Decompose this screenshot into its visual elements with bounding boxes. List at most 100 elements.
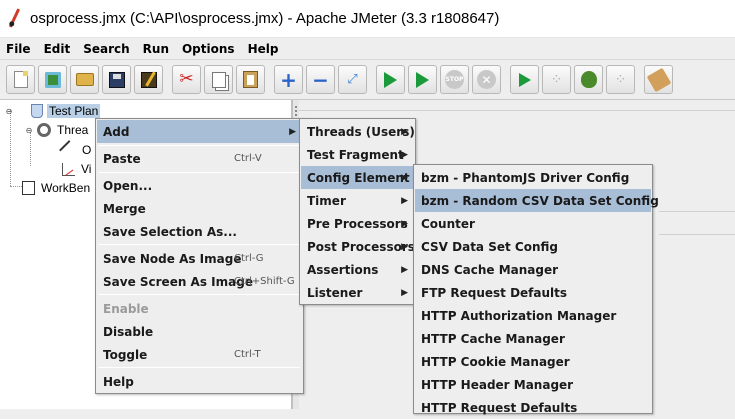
jmeter-feather-icon xyxy=(0,0,30,38)
stop-button[interactable]: STOP xyxy=(440,65,469,94)
remote-shutdown-button[interactable]: ⁘ xyxy=(606,65,635,94)
test-plan-icon xyxy=(31,104,43,118)
config-item-http-cookie-manager[interactable]: HTTP Cookie Manager xyxy=(415,350,651,373)
config-item-ftp-request-defaults[interactable]: FTP Request Defaults xyxy=(415,281,651,304)
save-as-button[interactable] xyxy=(134,65,163,94)
menu-item-merge[interactable]: Merge xyxy=(97,197,302,220)
submenu-item-assertions[interactable]: Assertions ▶ xyxy=(301,258,414,281)
remote-start-button[interactable] xyxy=(510,65,539,94)
collapse-button[interactable]: − xyxy=(306,65,335,94)
menu-run[interactable]: Run xyxy=(137,42,176,56)
copy-icon xyxy=(211,71,226,88)
remote-shutdown-icon: ⁘ xyxy=(614,71,627,88)
context-menu: Add ▶ Paste Ctrl-V Open... Merge Save Se… xyxy=(95,118,304,394)
copy-button[interactable] xyxy=(204,65,233,94)
menu-help[interactable]: Help xyxy=(242,42,286,56)
submenu-arrow-icon: ▶ xyxy=(401,241,408,252)
menu-item-disable[interactable]: Disable xyxy=(97,320,302,343)
remote-start-icon xyxy=(518,72,531,87)
tree-node-label: Threa xyxy=(57,123,89,137)
config-item-http-cache-manager[interactable]: HTTP Cache Manager xyxy=(415,327,651,350)
menu-item-paste[interactable]: Paste Ctrl-V xyxy=(97,147,302,170)
submenu-item-listener[interactable]: Listener ▶ xyxy=(301,281,414,304)
shutdown-icon: ✕ xyxy=(477,70,496,89)
submenu-arrow-icon: ▶ xyxy=(401,126,408,137)
tree-node-test-plan[interactable]: ⊖ Test Plan xyxy=(4,102,101,120)
start-button[interactable] xyxy=(376,65,405,94)
cut-button[interactable]: ✂ xyxy=(172,65,201,94)
clear-icon xyxy=(646,67,671,92)
submenu-arrow-icon: ▶ xyxy=(401,195,408,206)
menu-edit[interactable]: Edit xyxy=(38,42,78,56)
submenu-item-post-processors[interactable]: Post Processors ▶ xyxy=(301,235,415,258)
open-button[interactable] xyxy=(70,65,99,94)
start-no-timers-button[interactable] xyxy=(408,65,437,94)
save-as-icon xyxy=(140,71,157,88)
submenu-arrow-icon: ▶ xyxy=(401,218,408,229)
thread-group-icon xyxy=(37,123,51,137)
tree-node-sampler[interactable]: O xyxy=(59,140,93,160)
config-item-random-csv[interactable]: bzm - Random CSV Data Set Config xyxy=(415,189,659,212)
paste-icon xyxy=(243,71,258,88)
templates-icon xyxy=(44,71,61,88)
menu-options[interactable]: Options xyxy=(176,42,242,56)
collapse-toggle-icon[interactable]: ⊖ xyxy=(4,106,14,116)
stop-icon: STOP xyxy=(445,70,464,89)
menu-item-toggle[interactable]: Toggle Ctrl-T xyxy=(97,343,302,366)
expand-button[interactable]: + xyxy=(274,65,303,94)
function-helper-icon xyxy=(580,71,597,88)
tree-node-workbench[interactable]: WorkBen xyxy=(22,179,92,197)
tree-node-label: O xyxy=(82,143,92,157)
collapse-icon: − xyxy=(312,67,329,92)
submenu-arrow-icon: ▶ xyxy=(289,126,296,137)
open-icon xyxy=(75,73,94,86)
submenu-arrow-icon: ▶ xyxy=(401,149,408,160)
paste-button[interactable] xyxy=(236,65,265,94)
config-item-dns-cache-manager[interactable]: DNS Cache Manager xyxy=(415,258,651,281)
submenu-item-pre-processors[interactable]: Pre Processors ▶ xyxy=(301,212,414,235)
function-helper-button[interactable] xyxy=(574,65,603,94)
config-item-counter[interactable]: Counter xyxy=(415,212,651,235)
menu-item-save-node-as-image[interactable]: Save Node As Image Ctrl-G xyxy=(97,247,302,270)
menu-item-help[interactable]: Help xyxy=(97,370,302,393)
title-bar: osprocess.jmx (C:\API\osprocess.jmx) - A… xyxy=(0,0,735,38)
workbench-icon xyxy=(22,181,35,195)
templates-button[interactable] xyxy=(38,65,67,94)
toggle-button[interactable]: ⤢ xyxy=(338,65,367,94)
submenu-item-timer[interactable]: Timer ▶ xyxy=(301,189,414,212)
clear-button[interactable] xyxy=(644,65,673,94)
start-icon xyxy=(384,71,397,88)
tree-node-label: Vi xyxy=(81,162,92,176)
save-button[interactable] xyxy=(102,65,131,94)
config-item-csv-data-set[interactable]: CSV Data Set Config xyxy=(415,235,651,258)
new-button[interactable] xyxy=(6,65,35,94)
remote-stop-icon: ⁘ xyxy=(550,71,563,88)
menu-file[interactable]: File xyxy=(0,42,38,56)
toolbar: ✂ + − ⤢ STOP ✕ ⁘ ⁘ xyxy=(0,60,735,100)
window-title: osprocess.jmx (C:\API\osprocess.jmx) - A… xyxy=(30,10,500,27)
submenu-item-config-element[interactable]: Config Element ▶ xyxy=(301,166,414,189)
remote-stop-button[interactable]: ⁘ xyxy=(542,65,571,94)
menu-item-add[interactable]: Add ▶ xyxy=(97,120,302,143)
tree-node-thread-group[interactable]: ⊖ Threa xyxy=(24,121,90,139)
toggle-icon: ⤢ xyxy=(347,72,358,87)
config-item-http-request-defaults[interactable]: HTTP Request Defaults xyxy=(415,396,651,419)
menu-item-enable: Enable xyxy=(103,301,149,316)
config-item-http-authorization-manager[interactable]: HTTP Authorization Manager xyxy=(415,304,651,327)
config-item-http-header-manager[interactable]: HTTP Header Manager xyxy=(415,373,651,396)
tree-connector xyxy=(10,110,11,186)
config-element-submenu: bzm - PhantomJS Driver Config bzm - Rand… xyxy=(413,164,659,415)
save-icon xyxy=(108,71,125,88)
config-item-phantomjs-driver[interactable]: bzm - PhantomJS Driver Config xyxy=(415,166,651,189)
menu-item-open[interactable]: Open... xyxy=(97,174,302,197)
menu-search[interactable]: Search xyxy=(77,42,136,56)
submenu-item-test-fragment[interactable]: Test Fragment ▶ xyxy=(301,143,414,166)
collapse-toggle-icon[interactable]: ⊖ xyxy=(24,125,34,135)
menu-item-save-screen-as-image[interactable]: Save Screen As Image Ctrl+Shift-G xyxy=(97,270,302,293)
tree-node-listener[interactable]: Vi xyxy=(62,160,93,178)
cut-icon: ✂ xyxy=(179,69,194,89)
submenu-item-threads[interactable]: Threads (Users) ▶ xyxy=(301,120,415,143)
tree-node-label: Test Plan xyxy=(47,104,101,118)
shutdown-button[interactable]: ✕ xyxy=(472,65,501,94)
menu-item-save-selection-as[interactable]: Save Selection As... xyxy=(97,220,302,243)
